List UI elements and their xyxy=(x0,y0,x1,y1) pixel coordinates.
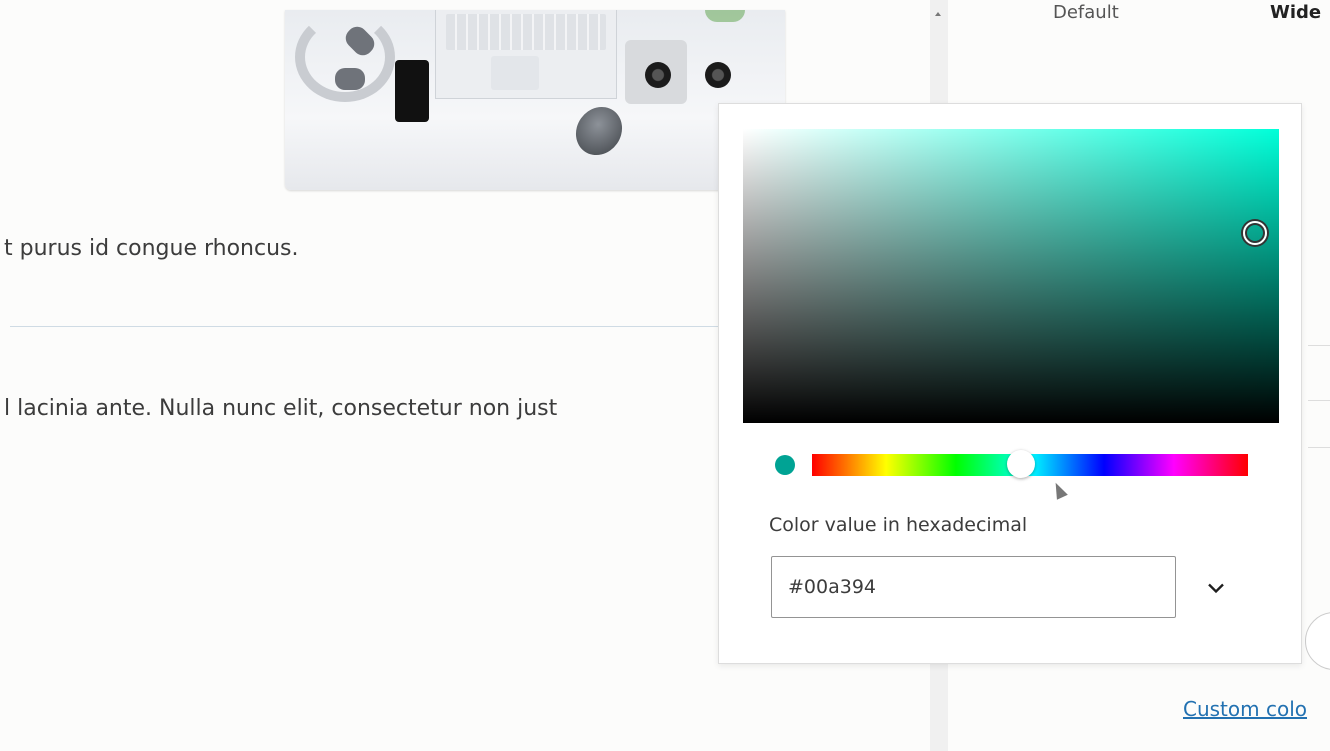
camera-graphic xyxy=(625,40,687,104)
divider xyxy=(1308,447,1330,448)
laptop-graphic xyxy=(435,10,617,99)
headphone-ear-graphic xyxy=(335,68,365,90)
custom-color-link[interactable]: Custom colo xyxy=(1183,697,1307,721)
hex-input-label: Color value in hexadecimal xyxy=(769,514,1028,536)
color-swatch-option[interactable] xyxy=(1305,612,1330,670)
phone-graphic xyxy=(395,60,429,122)
hex-color-input[interactable] xyxy=(771,556,1176,618)
color-picker-popover: Color value in hexadecimal xyxy=(718,103,1302,664)
saturation-value-area[interactable] xyxy=(743,129,1279,423)
lens-graphic xyxy=(705,62,731,88)
paragraph-text[interactable]: l lacinia ante. Nulla nunc elit, consect… xyxy=(4,396,557,421)
paragraph-text[interactable]: t purus id congue rhoncus. xyxy=(4,236,298,261)
divider xyxy=(1308,345,1330,346)
separator xyxy=(10,326,730,327)
mouse-cursor-icon xyxy=(1050,480,1068,500)
camera-lens-graphic xyxy=(645,62,671,88)
trackpad-graphic xyxy=(491,56,539,90)
divider xyxy=(1308,400,1330,401)
width-option-wide[interactable]: Wide xyxy=(1270,2,1321,23)
current-color-swatch xyxy=(775,455,795,475)
scroll-up-arrow-icon[interactable] xyxy=(935,12,941,16)
chevron-down-icon[interactable] xyxy=(1202,574,1230,602)
plant-graphic xyxy=(705,10,745,22)
keyboard-graphic xyxy=(446,14,606,50)
saturation-handle[interactable] xyxy=(1243,221,1267,245)
width-option-default[interactable]: Default xyxy=(1053,2,1119,23)
desk-photo-image[interactable] xyxy=(285,10,785,190)
mouse-graphic xyxy=(566,97,632,165)
